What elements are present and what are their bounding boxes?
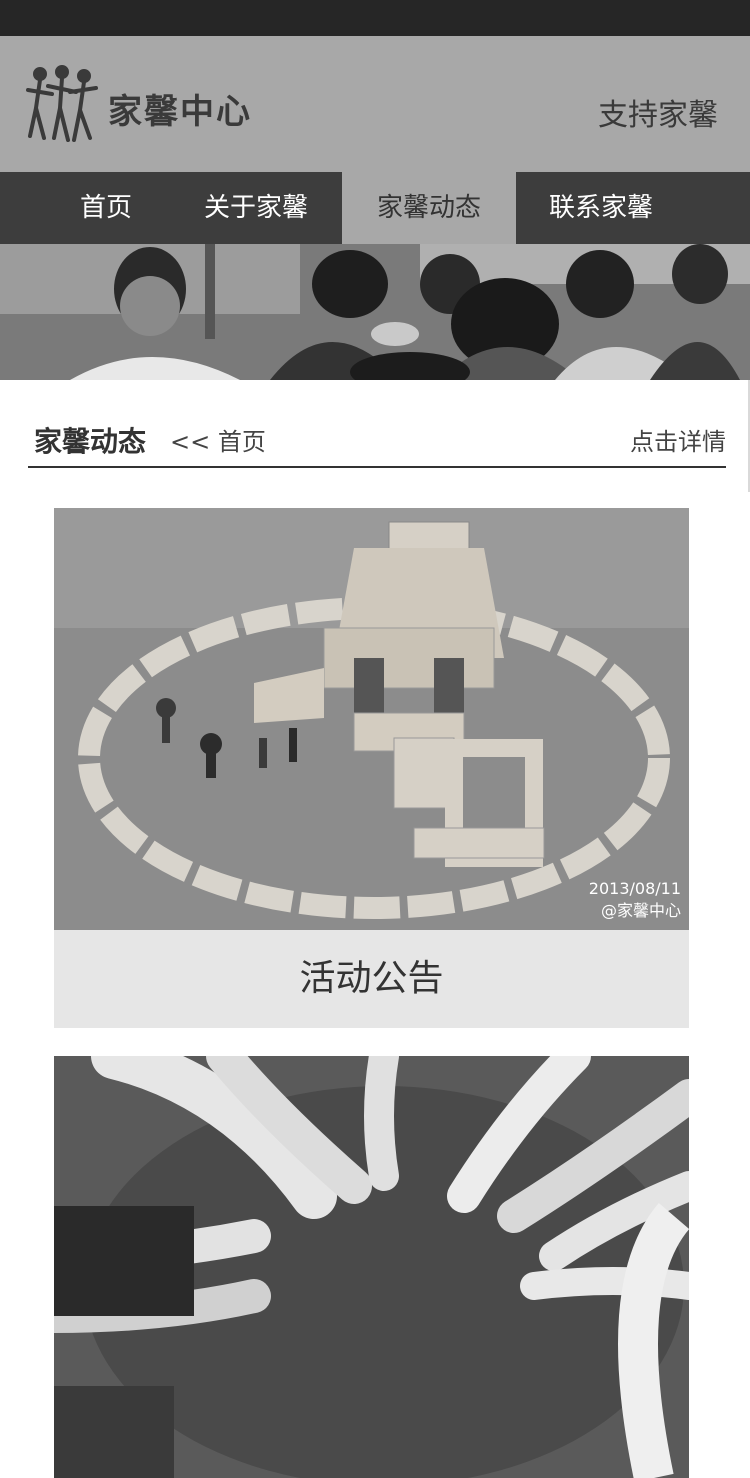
status-bar <box>0 0 750 36</box>
logo-icon[interactable] <box>26 64 98 148</box>
nav-item-about[interactable]: 关于家馨 <box>172 172 340 244</box>
card-image[interactable]: 2013/08/11 @家馨中心 <box>54 508 689 930</box>
section-title: 家馨动态 <box>34 425 147 458</box>
nav-item-news[interactable]: 家馨动态 <box>342 172 516 244</box>
more-link[interactable]: 点击详情 <box>630 422 726 457</box>
photo-stamp: 2013/08/11 @家馨中心 <box>589 878 681 922</box>
section-header: 家馨动态 << 首页 点击详情 <box>28 412 726 468</box>
news-card[interactable]: 2013/08/11 @家馨中心 活动公告 <box>54 508 689 1028</box>
site-header: 家馨中心 支持家馨 <box>0 36 750 172</box>
news-card[interactable] <box>54 1056 689 1478</box>
logo-text[interactable]: 家馨中心 <box>108 84 252 133</box>
support-link[interactable]: 支持家馨 <box>598 90 718 134</box>
card-image[interactable] <box>54 1056 689 1478</box>
nav-item-home[interactable]: 首页 <box>40 172 172 244</box>
stamp-credit: @家馨中心 <box>600 901 681 920</box>
stamp-date: 2013/08/11 <box>588 879 681 898</box>
nav-item-contact[interactable]: 联系家馨 <box>516 172 686 244</box>
banner-image <box>0 244 750 380</box>
card-caption[interactable]: 活动公告 <box>54 930 689 1028</box>
breadcrumb[interactable]: << 首页 <box>170 422 266 457</box>
main-nav: 首页 关于家馨 家馨动态 联系家馨 <box>0 172 750 244</box>
